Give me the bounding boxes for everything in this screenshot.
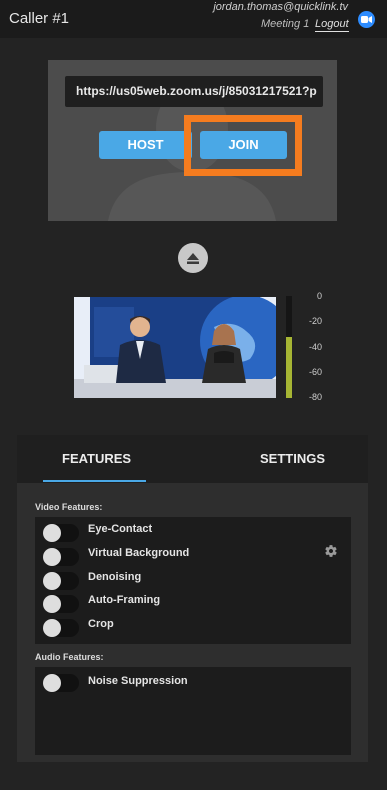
tab-bar: FEATURES SETTINGS: [17, 435, 368, 483]
logout-link[interactable]: Logout: [315, 18, 349, 32]
gear-icon[interactable]: [324, 544, 338, 558]
toggle-knob: [43, 619, 61, 637]
toggle-knob: [43, 572, 61, 590]
eye-contact-toggle[interactable]: [43, 524, 79, 542]
feature-label-crop: Crop: [88, 618, 114, 630]
page-title: Caller #1: [9, 10, 70, 27]
user-email: jordan.thomas@quicklink.tv: [213, 1, 348, 13]
meter-scale-label: -40: [308, 342, 322, 352]
auto-framing-toggle[interactable]: [43, 595, 79, 613]
zoom-video-icon: [358, 11, 375, 28]
toggle-knob: [43, 595, 61, 613]
toggle-knob: [43, 548, 61, 566]
toggle-knob: [43, 674, 61, 692]
meeting-url-text: https://us05web.zoom.us/j/85031217521?p: [76, 84, 317, 98]
feature-label-denoising: Denoising: [88, 571, 142, 583]
audio-level-fill: [286, 337, 292, 398]
virtual-background-toggle[interactable]: [43, 548, 79, 566]
host-button[interactable]: HOST: [99, 131, 192, 159]
noise-suppression-toggle[interactable]: [43, 674, 79, 692]
feature-label-eye-contact: Eye-Contact: [88, 523, 153, 535]
denoising-toggle[interactable]: [43, 572, 79, 590]
meter-scale-label: 0: [316, 291, 322, 301]
meter-scale-label: -80: [308, 392, 322, 402]
feature-label-noise-suppression: Noise Suppression: [88, 675, 188, 687]
video-features-list: Eye-Contact Virtual Background Denoising…: [35, 517, 351, 644]
toggle-knob: [43, 524, 61, 542]
tab-settings[interactable]: SETTINGS: [260, 451, 325, 466]
top-bar: Caller #1 jordan.thomas@quicklink.tv Mee…: [0, 0, 387, 38]
feature-label-virtual-background: Virtual Background: [88, 547, 190, 559]
active-tab-indicator: [43, 480, 146, 482]
video-features-label: Video Features:: [35, 502, 103, 512]
features-panel: FEATURES SETTINGS Video Features: Eye-Co…: [17, 435, 368, 762]
join-button[interactable]: JOIN: [200, 131, 287, 159]
meter-scale-label: -20: [308, 316, 322, 326]
tab-features[interactable]: FEATURES: [62, 451, 131, 466]
eject-icon: [187, 253, 199, 264]
audio-features-label: Audio Features:: [35, 652, 104, 662]
meeting-url-field[interactable]: https://us05web.zoom.us/j/85031217521?p: [65, 76, 323, 107]
video-preview-thumbnail: [74, 297, 276, 398]
meeting-name: Meeting 1: [261, 18, 310, 30]
audio-features-list: Noise Suppression: [35, 667, 351, 755]
feature-label-auto-framing: Auto-Framing: [88, 594, 161, 606]
crop-toggle[interactable]: [43, 619, 79, 637]
eject-button[interactable]: [178, 243, 208, 273]
meter-scale-label: -60: [308, 367, 322, 377]
